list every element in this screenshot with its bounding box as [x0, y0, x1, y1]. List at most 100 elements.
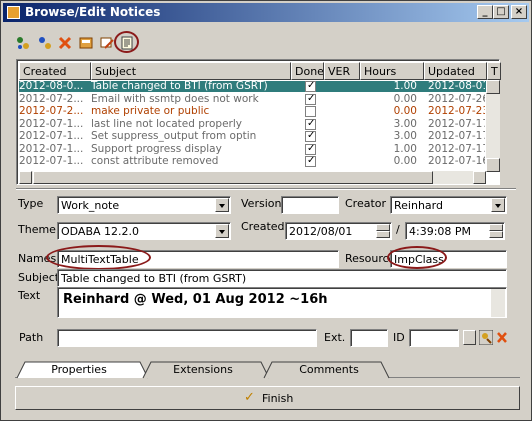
theme-value: ODABA 12.2.0 — [61, 225, 140, 238]
spin-up-button[interactable] — [489, 224, 503, 231]
cell-updated: 2012-07-16 — [428, 156, 485, 167]
type-label: Type — [18, 197, 44, 210]
table-row[interactable]: 2012-07-1... last line not located proper… — [19, 118, 498, 130]
done-checkbox[interactable] — [305, 143, 316, 155]
cell-hours: 1.00 — [393, 143, 417, 155]
done-checkbox[interactable] — [305, 155, 316, 167]
col-ver[interactable]: VER — [324, 62, 360, 80]
cell-subject: Email with ssmtp does not work — [91, 93, 259, 105]
edit-icon[interactable] — [100, 36, 114, 50]
tab-properties[interactable]: Properties — [27, 363, 131, 377]
id-field[interactable] — [409, 329, 459, 347]
browse-path-button[interactable] — [463, 330, 476, 345]
subject-field[interactable]: Table changed to BTI (from GSRT) — [57, 269, 507, 287]
creator-value: Reinhard — [394, 199, 443, 212]
cell-subject: last line not located properly — [91, 118, 242, 130]
delete-icon[interactable] — [58, 36, 72, 50]
open-file-icon[interactable] — [479, 330, 493, 345]
cell-subject: Table changed to BTI (from GSRT) — [91, 81, 268, 92]
created-time-field[interactable]: 4:39:08 PM — [405, 222, 505, 240]
col-hours[interactable]: Hours — [360, 62, 424, 80]
table-row[interactable]: 2012-07-1... Support progress display 1.00… — [19, 143, 498, 155]
cell-hours: 1.00 — [393, 81, 417, 92]
table-row[interactable]: 2012-07-1... Set suppress_output from opt… — [19, 130, 498, 142]
scroll-left-button[interactable] — [19, 171, 32, 184]
col-created[interactable]: Created — [19, 62, 91, 80]
cell-hours: 0.00 — [393, 106, 417, 117]
tab-extensions[interactable]: Extensions — [151, 363, 255, 377]
done-checkbox[interactable] — [305, 106, 316, 117]
cell-hours: 0.00 — [393, 156, 417, 167]
vertical-scrollbar[interactable] — [486, 80, 500, 172]
spin-down-button[interactable] — [376, 231, 390, 238]
cell-hours: 3.00 — [393, 131, 417, 142]
text-value: Reinhard @ Wed, 01 Aug 2012 ~16h — [63, 292, 328, 307]
cell-created: 2012-07-2... — [19, 93, 84, 105]
table-row[interactable]: 2012-08-0... Table changed to BTI (from G… — [19, 80, 498, 92]
subject-label: Subject — [18, 271, 60, 284]
creator-select[interactable]: Reinhard — [390, 196, 507, 214]
close-button[interactable]: × — [511, 5, 527, 19]
scroll-up-button[interactable] — [486, 80, 500, 94]
cell-subject: make private or public — [91, 106, 210, 117]
spin-up-button[interactable] — [376, 224, 390, 231]
cell-updated: 2012-07-17 — [428, 131, 485, 142]
cell-subject: const attribute removed — [91, 156, 219, 167]
minimize-button[interactable]: _ — [477, 5, 493, 19]
chevron-down-icon[interactable] — [215, 224, 229, 238]
cell-created: 2012-07-1... — [19, 118, 84, 130]
splitter[interactable] — [16, 188, 516, 190]
theme-select[interactable]: ODABA 12.2.0 — [57, 222, 231, 240]
done-checkbox[interactable] — [305, 118, 316, 130]
spin-down-button[interactable] — [489, 231, 503, 238]
clear-icon[interactable] — [495, 330, 509, 345]
scroll-thumb[interactable] — [33, 171, 433, 184]
checkmark-icon: ✓ — [244, 390, 255, 405]
horizontal-scrollbar[interactable] — [19, 171, 486, 184]
title-bar: Browse/Edit Notices _ □ × — [3, 3, 529, 22]
version-field[interactable] — [281, 196, 339, 214]
created-date-value: 2012/08/01 — [289, 225, 353, 238]
table-row[interactable]: 2012-07-2... Email with ssmtp does not wo… — [19, 93, 498, 105]
cell-created: 2012-07-1... — [19, 143, 84, 155]
created-time-value: 4:39:08 PM — [409, 225, 472, 238]
done-checkbox[interactable] — [305, 93, 316, 105]
done-checkbox[interactable] — [305, 80, 316, 92]
version-label: Version — [241, 197, 282, 210]
finish-label: Finish — [262, 392, 294, 405]
notices-table[interactable]: Created Subject Done VER Hours Updated T… — [16, 59, 501, 185]
cell-updated: 2012-07-23 — [428, 106, 485, 117]
col-subject[interactable]: Subject — [91, 62, 291, 80]
path-field[interactable] — [57, 329, 317, 347]
col-updated[interactable]: Updated — [424, 62, 487, 80]
report-icon[interactable] — [120, 36, 134, 50]
col-done[interactable]: Done — [291, 62, 324, 80]
table-row[interactable]: 2012-07-1... const attribute removed 0.00 2… — [19, 155, 498, 167]
save-icon[interactable] — [79, 36, 93, 50]
col-t[interactable]: T — [487, 62, 501, 80]
highlight-oval — [387, 246, 447, 269]
new-entry-icon[interactable] — [16, 36, 30, 50]
scroll-down-button[interactable] — [486, 158, 500, 172]
tab-comments[interactable]: Comments — [275, 363, 383, 377]
done-checkbox[interactable] — [305, 130, 316, 142]
ext-label: Ext. — [324, 331, 346, 344]
table-row[interactable]: 2012-07-2... make private or public 0.00 20… — [19, 106, 498, 117]
type-value: Work_note — [61, 199, 120, 212]
id-label: ID — [393, 331, 405, 344]
chevron-down-icon[interactable] — [215, 198, 229, 212]
chevron-down-icon[interactable] — [491, 198, 505, 212]
finish-button[interactable]: ✓ Finish — [15, 386, 520, 410]
text-area[interactable]: Reinhard @ Wed, 01 Aug 2012 ~16h — [57, 287, 507, 318]
type-select[interactable]: Work_note — [57, 196, 231, 214]
created-date-field[interactable]: 2012/08/01 — [285, 222, 392, 240]
ext-field[interactable] — [350, 329, 388, 347]
window-title: Browse/Edit Notices — [25, 5, 161, 19]
maximize-button[interactable]: □ — [493, 5, 509, 19]
cell-updated: 2012-08-01 — [428, 81, 485, 92]
cell-hours: 3.00 — [393, 118, 417, 130]
cell-created: 2012-07-1... — [19, 156, 84, 167]
text-scrollbar[interactable] — [491, 289, 505, 317]
copy-icon[interactable] — [38, 36, 52, 50]
scroll-right-button[interactable] — [473, 171, 486, 184]
